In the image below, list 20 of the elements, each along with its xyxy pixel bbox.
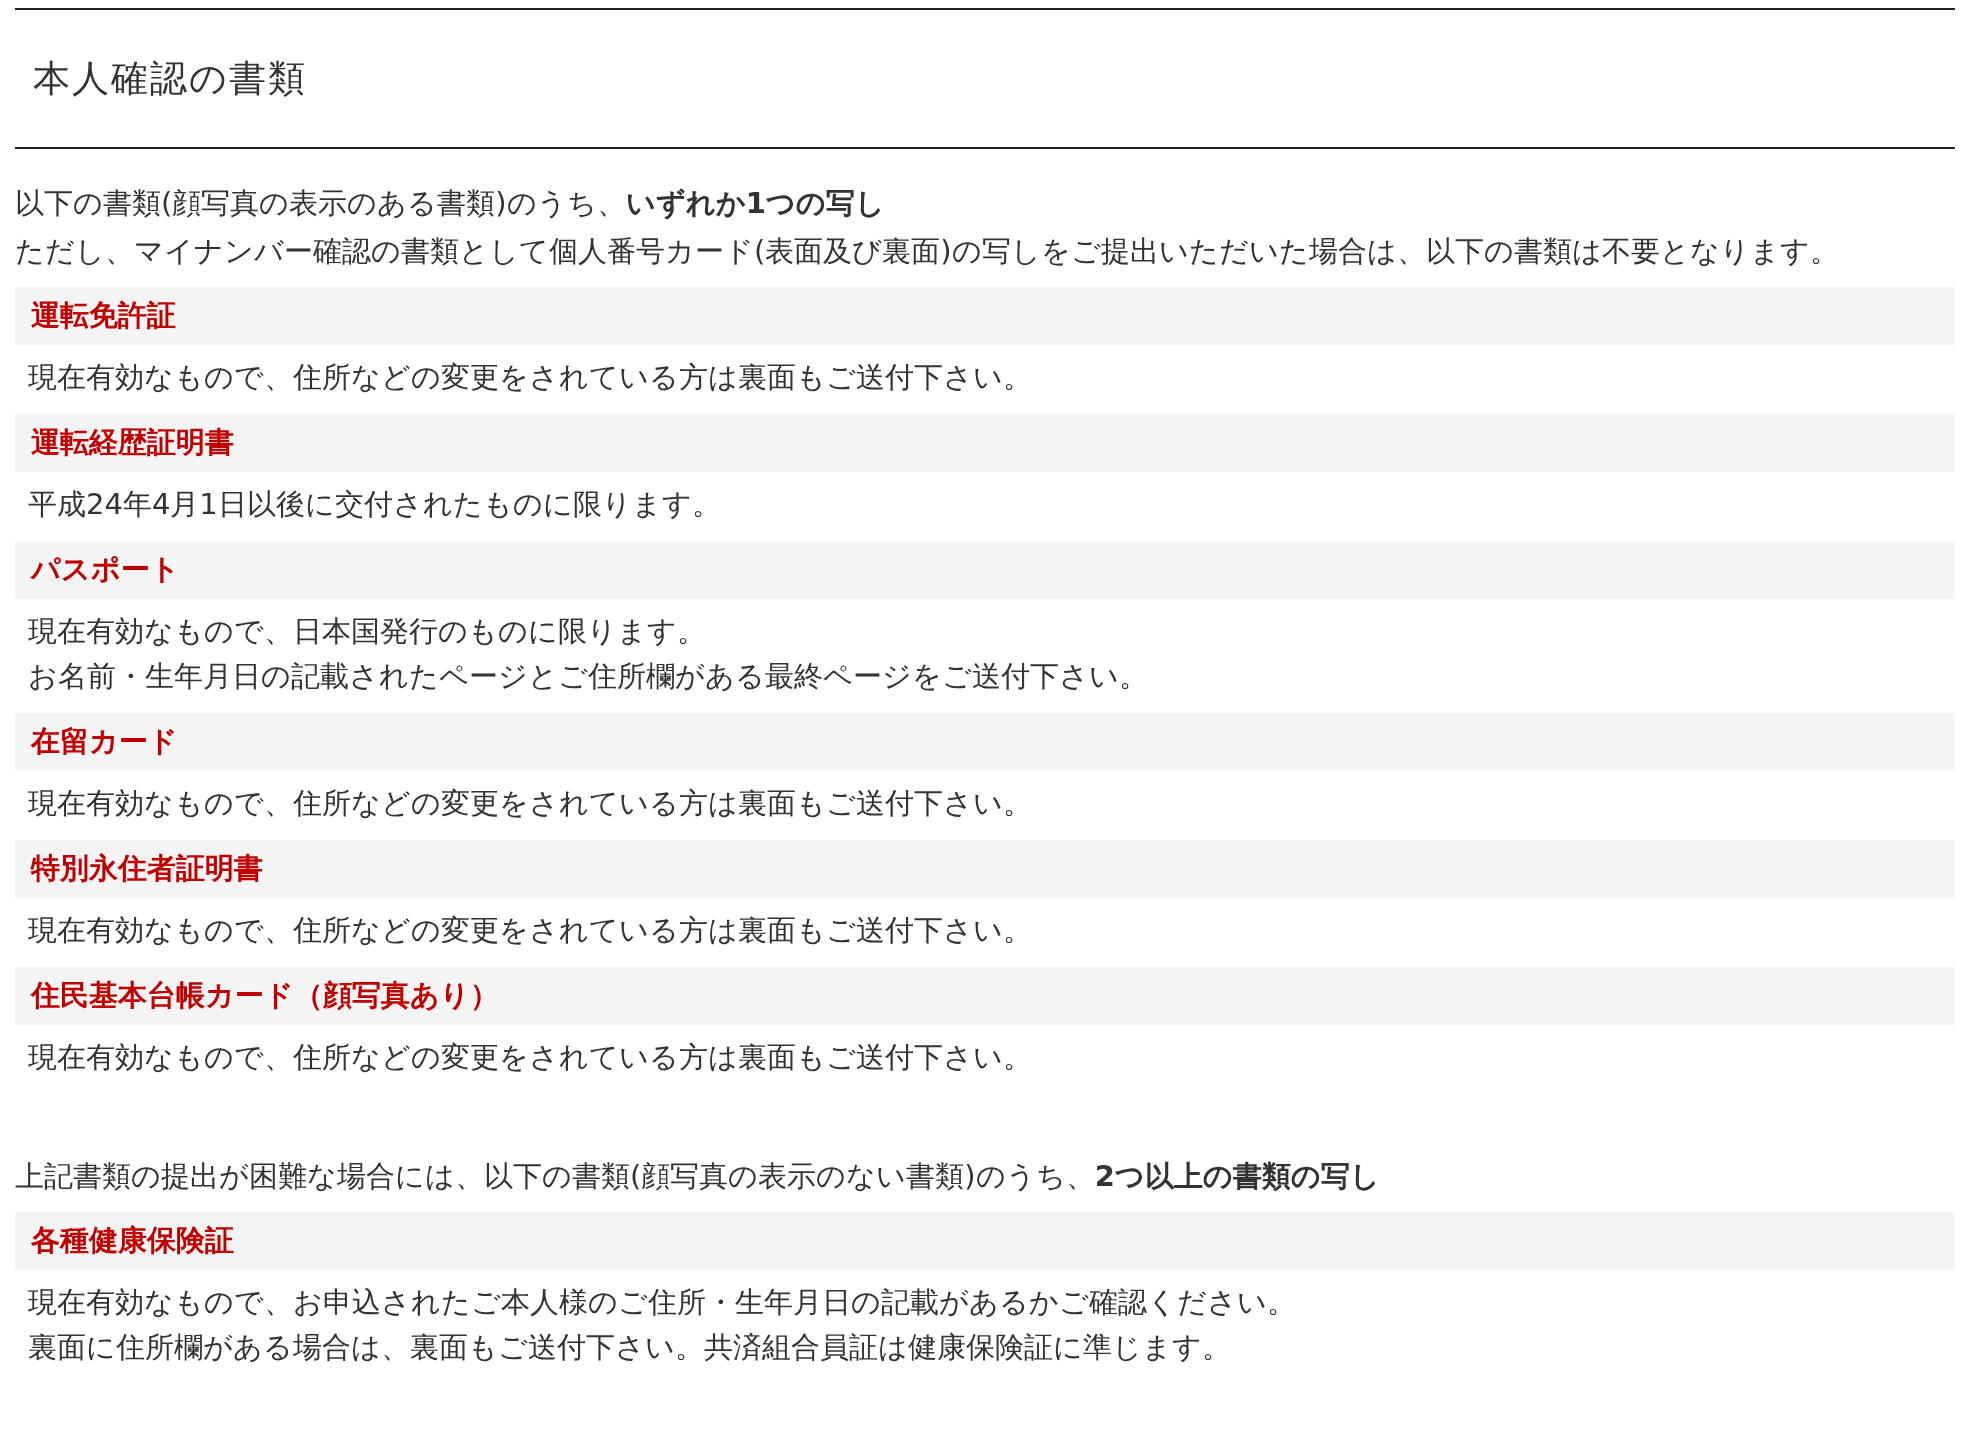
document-heading: 住民基本台帳カード（顔写真あり） [15, 967, 1955, 1025]
document-heading: 運転免許証 [15, 287, 1955, 345]
document-note: 現在有効なもので、お申込されたご本人様のご住所・生年月日の記載があるかご確認ください。 [28, 1284, 1297, 1321]
intro-text: 以下の書類(顔写真の表示のある書類)のうち、いずれか1つの写し [15, 185, 886, 222]
document-heading: パスポート [15, 541, 1955, 599]
document-heading: 各種健康保険証 [15, 1212, 1955, 1270]
document-note: 現在有効なもので、住所などの変更をされている方は裏面もご送付下さい。 [28, 359, 1033, 396]
document-note: 現在有効なもので、住所などの変更をされている方は裏面もご送付下さい。 [28, 912, 1033, 949]
page-title: 本人確認の書類 [33, 55, 307, 102]
document-note: 平成24年4月1日以後に交付されたものに限ります。 [28, 486, 722, 523]
document-heading: 在留カード [15, 713, 1955, 771]
document-note: 現在有効なもので、日本国発行のものに限ります。 [28, 613, 707, 650]
document-note: 現在有効なもので、住所などの変更をされている方は裏面もご送付下さい。 [28, 1039, 1033, 1076]
document-heading: 特別永住者証明書 [15, 840, 1955, 898]
document-note: お名前・生年月日の記載されたページとご住所欄がある最終ページをご送付下さい。 [28, 658, 1149, 695]
intro-text: 上記書類の提出が困難な場合には、以下の書類(顔写真の表示のない書類)のうち、2つ以上の書類の写し [15, 1158, 1381, 1195]
intro-text: ただし、マイナンバー確認の書類として個人番号カード(表面及び裏面)の写しをご提出いただいた場合は、以下の書類は不要となります。 [15, 233, 1840, 270]
document-heading: 運転経歴証明書 [15, 414, 1955, 472]
document-note: 現在有効なもので、住所などの変更をされている方は裏面もご送付下さい。 [28, 785, 1033, 822]
document-note: 裏面に住所欄がある場合は、裏面もご送付下さい。共済組合員証は健康保険証に準じます。 [28, 1329, 1232, 1366]
